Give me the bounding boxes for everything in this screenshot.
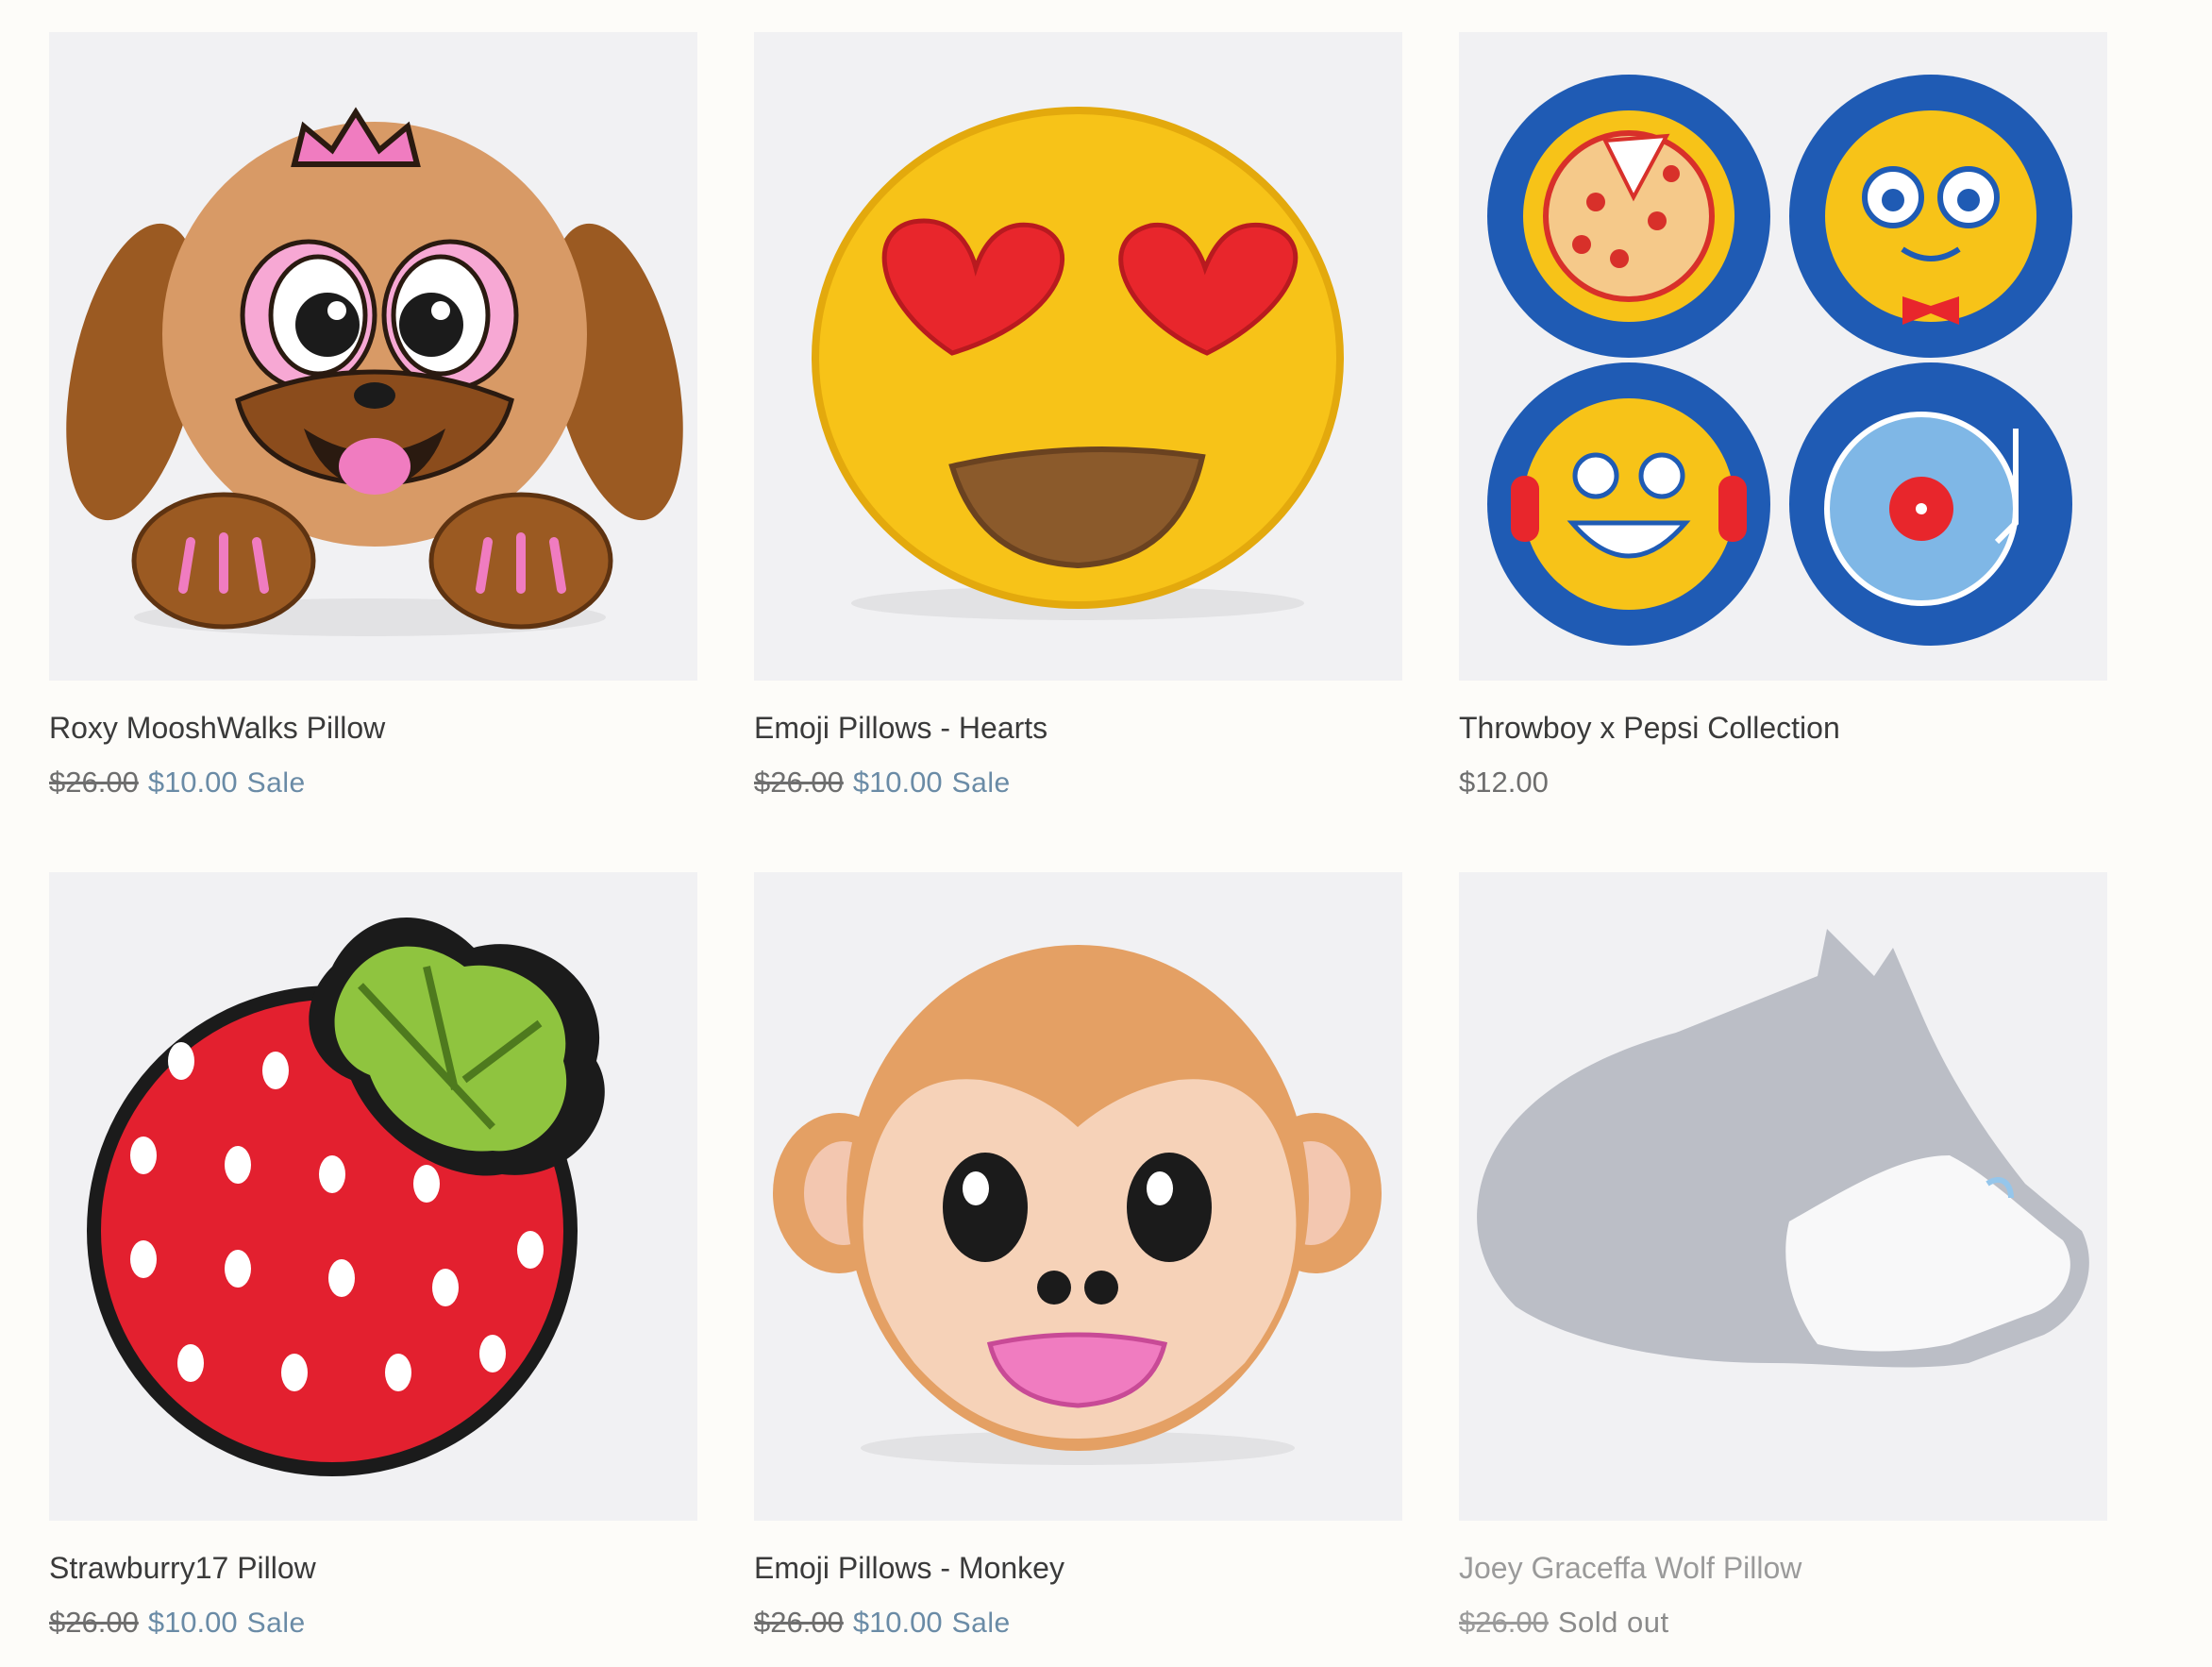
sale-price: $10.00	[852, 766, 943, 799]
product-card-wolf[interactable]: Joey Graceffa Wolf Pillow $26.00 Sold out	[1459, 872, 2107, 1642]
price-row: $26.00 $10.00 Sale	[49, 1604, 697, 1642]
compare-at-price: $26.00	[754, 1606, 844, 1639]
product-image-wolf-pillow[interactable]	[1459, 872, 2107, 1521]
sale-price: $10.00	[147, 766, 238, 799]
sale-badge: Sale	[951, 767, 1011, 799]
price-row: $26.00 $10.00 Sale	[754, 764, 1402, 802]
product-image-pepsi-collection[interactable]	[1459, 32, 2107, 681]
emoji-hearts-pillow-image	[812, 107, 1344, 620]
product-image-emoji-monkey[interactable]	[754, 872, 1402, 1521]
price-row: $12.00	[1459, 764, 2107, 801]
price-row: $26.00 $10.00 Sale	[754, 1604, 1402, 1642]
product-title[interactable]: Emoji Pillows - Hearts	[754, 709, 1402, 747]
product-image-strawburry17[interactable]	[49, 872, 697, 1521]
sale-badge: Sale	[951, 1608, 1011, 1639]
product-card-emoji-hearts[interactable]: Emoji Pillows - Hearts $26.00 $10.00 Sale	[754, 32, 1402, 802]
compare-at-price: $26.00	[754, 766, 844, 799]
strawburry-pillow-image	[87, 917, 605, 1476]
product-title[interactable]: Roxy MooshWalks Pillow	[49, 709, 697, 747]
emoji-monkey-pillow-image	[773, 945, 1382, 1465]
compare-at-price: $26.00	[49, 1606, 139, 1639]
product-title[interactable]: Throwboy x Pepsi Collection	[1459, 709, 2107, 747]
product-title[interactable]: Strawburry17 Pillow	[49, 1549, 697, 1587]
compare-at-price: $26.00	[49, 766, 139, 799]
product-image-emoji-hearts[interactable]	[754, 32, 1402, 681]
price-row: $26.00 Sold out	[1459, 1604, 2107, 1642]
product-card-emoji-monkey[interactable]: Emoji Pillows - Monkey $26.00 $10.00 Sale	[754, 872, 1402, 1642]
product-title[interactable]: Joey Graceffa Wolf Pillow	[1459, 1549, 2107, 1587]
roxy-pillow-image	[66, 107, 683, 636]
price-row: $26.00 $10.00 Sale	[49, 764, 697, 802]
product-image-roxy-pillow[interactable]	[49, 32, 697, 681]
sold-out-badge: Sold out	[1557, 1606, 1669, 1639]
pepsi-collection-image	[1487, 75, 2072, 646]
sale-price: $10.00	[147, 1606, 238, 1639]
sale-badge: Sale	[246, 1608, 306, 1639]
product-title[interactable]: Emoji Pillows - Monkey	[754, 1549, 1402, 1587]
compare-at-price: $26.00	[1459, 1606, 1549, 1639]
regular-price: $12.00	[1459, 766, 1549, 799]
wolf-pillow-image	[1477, 929, 2089, 1368]
product-card-roxy[interactable]: Roxy MooshWalks Pillow $26.00 $10.00 Sale	[49, 32, 697, 802]
product-card-pepsi-collection[interactable]: Throwboy x Pepsi Collection $12.00	[1459, 32, 2107, 801]
sale-badge: Sale	[246, 767, 306, 799]
sale-price: $10.00	[852, 1606, 943, 1639]
product-card-strawburry17[interactable]: Strawburry17 Pillow $26.00 $10.00 Sale	[49, 872, 697, 1642]
